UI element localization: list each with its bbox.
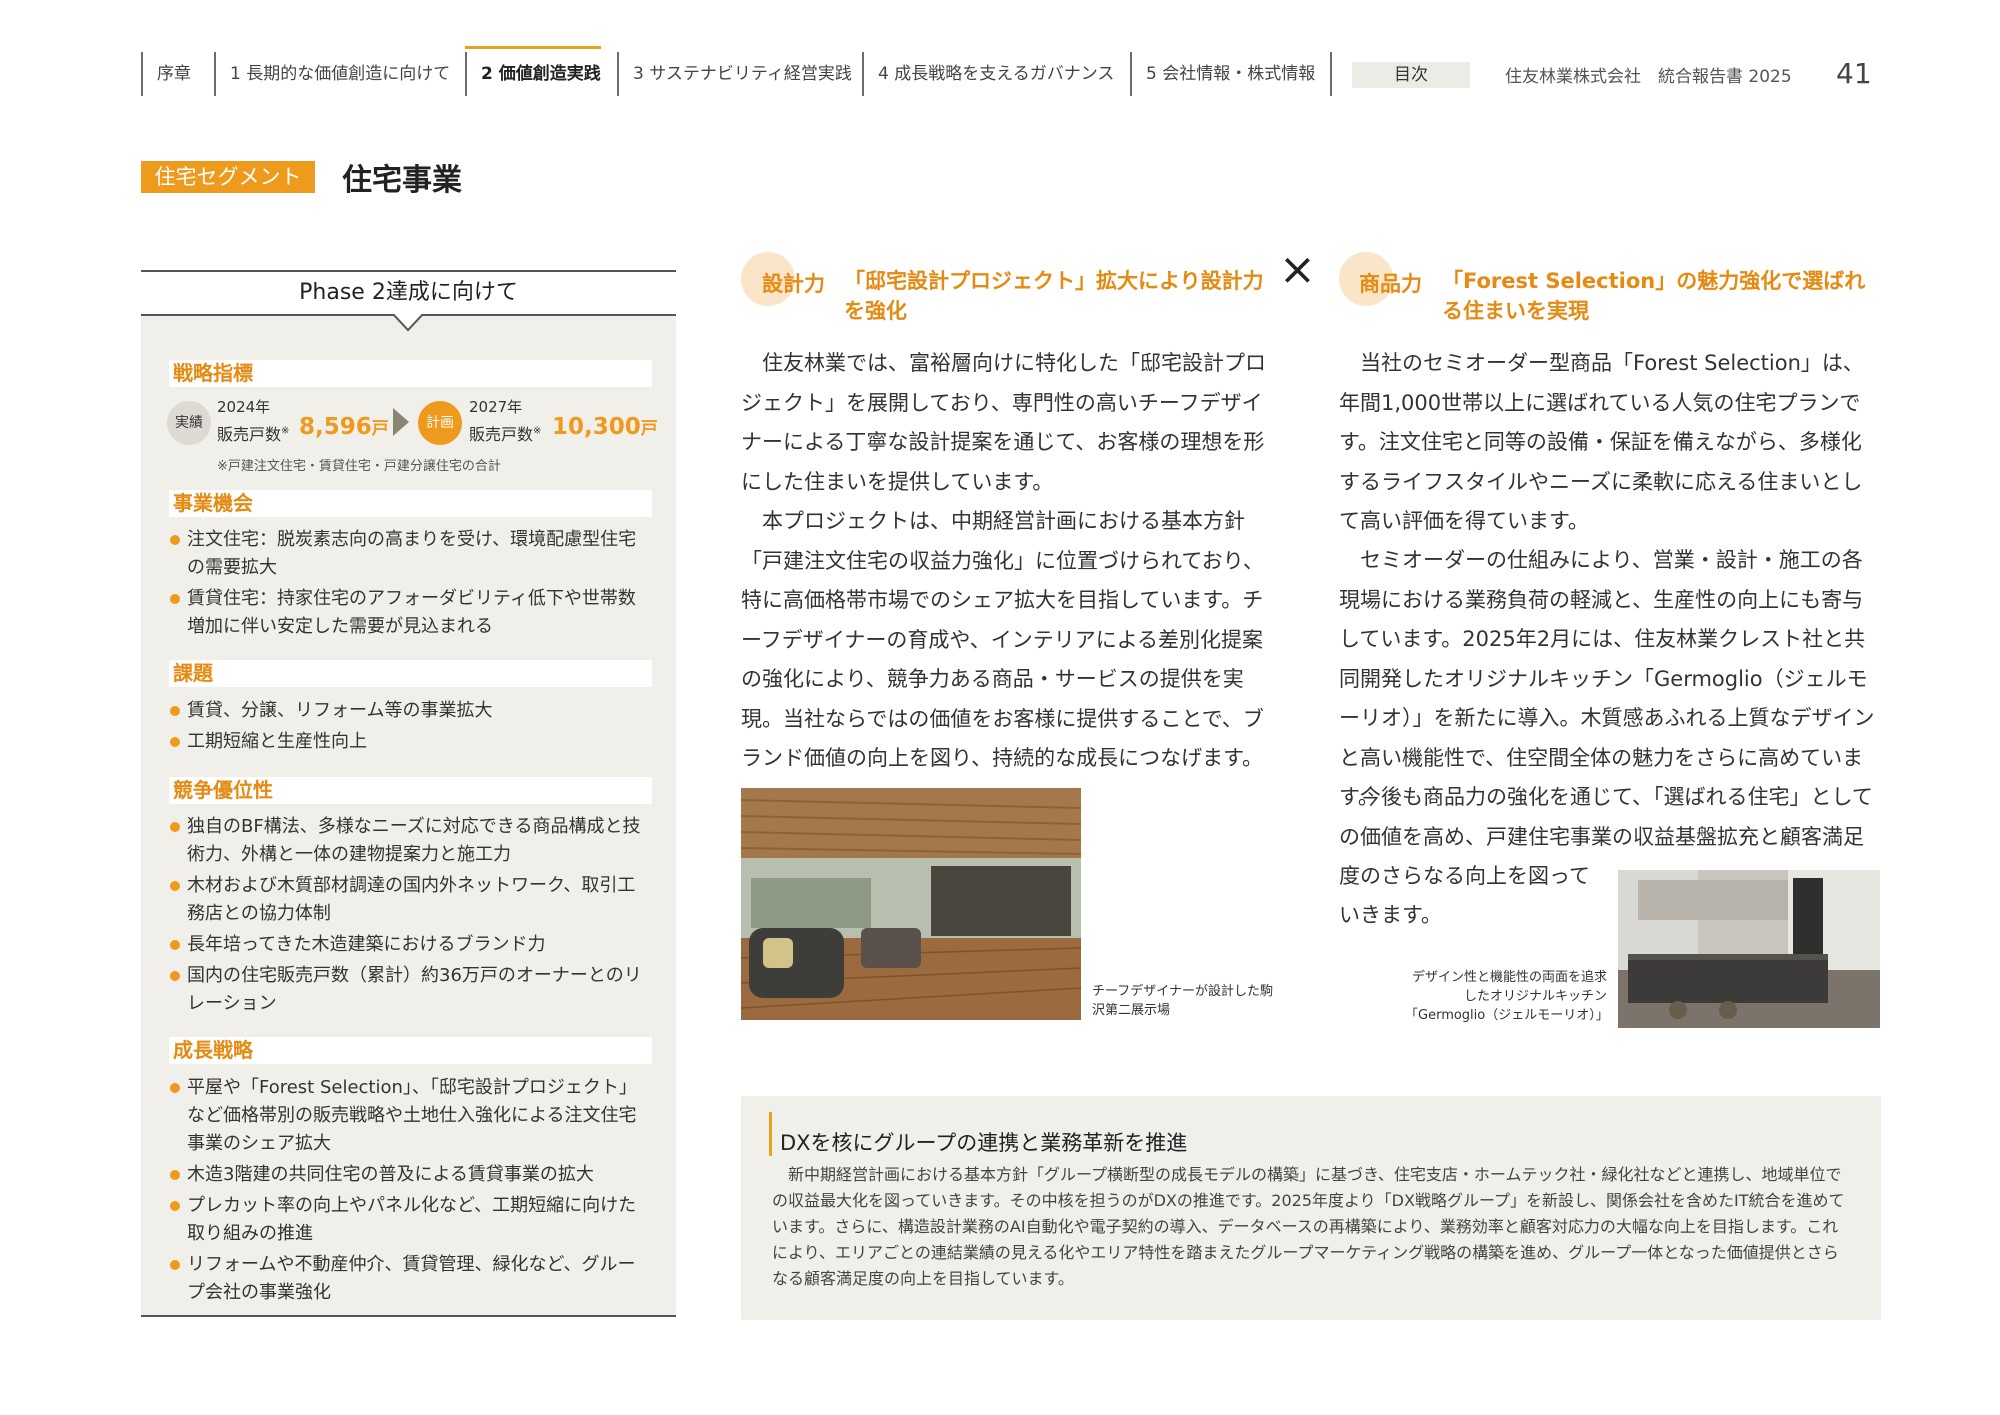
nav-item-prologue[interactable]: 序章 — [141, 52, 191, 96]
list-item: 平屋や「Forest Selection」、「邸宅設計プロジェクト」など価格帯別… — [169, 1074, 652, 1158]
showroom-caption: チーフデザイナーが設計した駒沢第二展示場 — [1092, 984, 1273, 1018]
showroom-photo — [741, 788, 1081, 1020]
plan-badge: 計画 — [418, 401, 462, 445]
list-item: 木造3階建の共同住宅の普及による賃貸事業の拡大 — [169, 1161, 652, 1189]
nav-divider — [1330, 52, 1332, 96]
list-item: 木材および木質部材調達の国内外ネットワーク、取引工務店との協力体制 — [169, 872, 652, 928]
dx-body: 新中期経営計画における基本方針「グループ横断型の成長モデルの構築」に基づき、住宅… — [772, 1165, 1845, 1288]
page-title: 住宅事業 — [342, 163, 462, 198]
product-paragraph-1: 当社のセミオーダー型商品「Forest Selection」は、年間1,000世… — [1339, 351, 1864, 533]
opportunities-list: 注文住宅：脱炭素志向の高まりを受け、環境配慮型住宅の需要拡大 賃貸住宅：持家住宅… — [169, 526, 652, 644]
design-heading: 「邸宅設計プロジェクト」拡大により設計力を強化 — [844, 269, 1264, 323]
nav-item-chapter3[interactable]: 3 サステナビリティ経営実践 — [617, 52, 852, 96]
plan-value: 10,300戸 — [552, 414, 658, 440]
product-paragraph-3-end: いきます。 — [1339, 903, 1442, 927]
nav-item-chapter2[interactable]: 2 価値創造実践 — [465, 46, 601, 96]
product-paragraph-2: セミオーダーの仕組みにより、営業・設計・施工の各現場における業務負荷の軽減と、生… — [1339, 548, 1875, 809]
list-item: リフォームや不動産仲介、賃貸管理、緑化など、グループ会社の事業強化 — [169, 1251, 652, 1307]
issues-heading: 課題 — [169, 660, 652, 687]
nav-item-chapter1[interactable]: 1 長期的な価値創造に向けて — [214, 52, 450, 96]
list-item: 賃貸住宅：持家住宅のアフォーダビリティ低下や世帯数増加に伴い安定した需要が見込ま… — [169, 585, 652, 641]
segment-badge: 住宅セグメント — [141, 161, 315, 193]
arrow-right-icon — [393, 408, 409, 436]
kitchen-caption: デザイン性と機能性の両面を追求したオリジナルキッチン「Germoglio（ジェル… — [1405, 970, 1609, 1023]
list-item: 長年培ってきた木造建築におけるブランド力 — [169, 931, 652, 959]
actual-value: 8,596戸 — [299, 414, 389, 440]
actual-year: 2024年 — [217, 398, 271, 416]
list-item: 注文住宅：脱炭素志向の高まりを受け、環境配慮型住宅の需要拡大 — [169, 526, 652, 582]
product-heading: 「Forest Selection」の魅力強化で選ばれる住まいを実現 — [1442, 269, 1866, 323]
list-item: 賃貸、分譲、リフォーム等の事業拡大 — [169, 697, 652, 725]
plan-label: 販売戸数※ — [469, 425, 542, 444]
kpi-note: ※戸建注文住宅・賃貸住宅・戸建分譲住宅の合計 — [217, 459, 501, 474]
actual-badge: 実績 — [167, 401, 211, 445]
company-report-title: 住友林業株式会社 統合報告書 2025 — [1505, 67, 1792, 87]
product-tag: 商品力 — [1359, 272, 1422, 296]
advantages-heading: 競争優位性 — [169, 777, 652, 804]
design-paragraph-1: 住友林業では、富裕層向けに特化した「邸宅設計プロジェクト」を展開しており、専門性… — [741, 351, 1266, 494]
phase-title: Phase 2達成に向けて — [141, 272, 676, 316]
list-item: 国内の住宅販売戸数（累計）約36万戸のオーナーとのリレーション — [169, 962, 652, 1018]
growth-list: 平屋や「Forest Selection」、「邸宅設計プロジェクト」など価格帯別… — [169, 1074, 652, 1310]
kitchen-photo — [1618, 870, 1880, 1028]
issues-list: 賃貸、分譲、リフォーム等の事業拡大 工期短縮と生産性向上 — [169, 697, 652, 759]
list-item: プレカット率の向上やパネル化など、工期短縮に向けた取り組みの推進 — [169, 1192, 652, 1248]
list-item: 工期短縮と生産性向上 — [169, 728, 652, 756]
dx-section: DXを核にグループの連携と業務革新を推進 新中期経営計画における基本方針「グルー… — [741, 1096, 1881, 1320]
actual-label: 販売戸数※ — [217, 425, 290, 444]
kpi-heading: 戦略指標 — [169, 360, 652, 387]
phase2-panel: Phase 2達成に向けて 戦略指標 実績 2024年 販売戸数※ 8,596戸… — [141, 270, 676, 1317]
nav-item-chapter4[interactable]: 4 成長戦略を支えるガバナンス — [862, 52, 1114, 96]
plan-year: 2027年 — [469, 398, 523, 416]
dx-heading: DXを核にグループの連携と業務革新を推進 — [769, 1112, 1187, 1156]
opportunities-heading: 事業機会 — [169, 490, 652, 517]
advantages-list: 独自のBF構法、多様なニーズに対応できる商品構成と技術力、外構と一体の建物提案力… — [169, 813, 652, 1021]
chevron-down-icon — [393, 314, 423, 332]
design-paragraph-2: 本プロジェクトは、中期経営計画における基本方針「戸建注文住宅の収益力強化」に位置… — [741, 509, 1264, 770]
list-item: 独自のBF構法、多様なニーズに対応できる商品構成と技術力、外構と一体の建物提案力… — [169, 813, 652, 869]
design-tag: 設計力 — [762, 272, 825, 296]
growth-heading: 成長戦略 — [169, 1037, 652, 1064]
toc-button[interactable]: 目次 — [1352, 62, 1470, 88]
page-number: 41 — [1836, 57, 1872, 90]
nav-item-chapter5[interactable]: 5 会社情報・株式情報 — [1130, 52, 1315, 96]
cross-icon: × — [1279, 244, 1316, 295]
